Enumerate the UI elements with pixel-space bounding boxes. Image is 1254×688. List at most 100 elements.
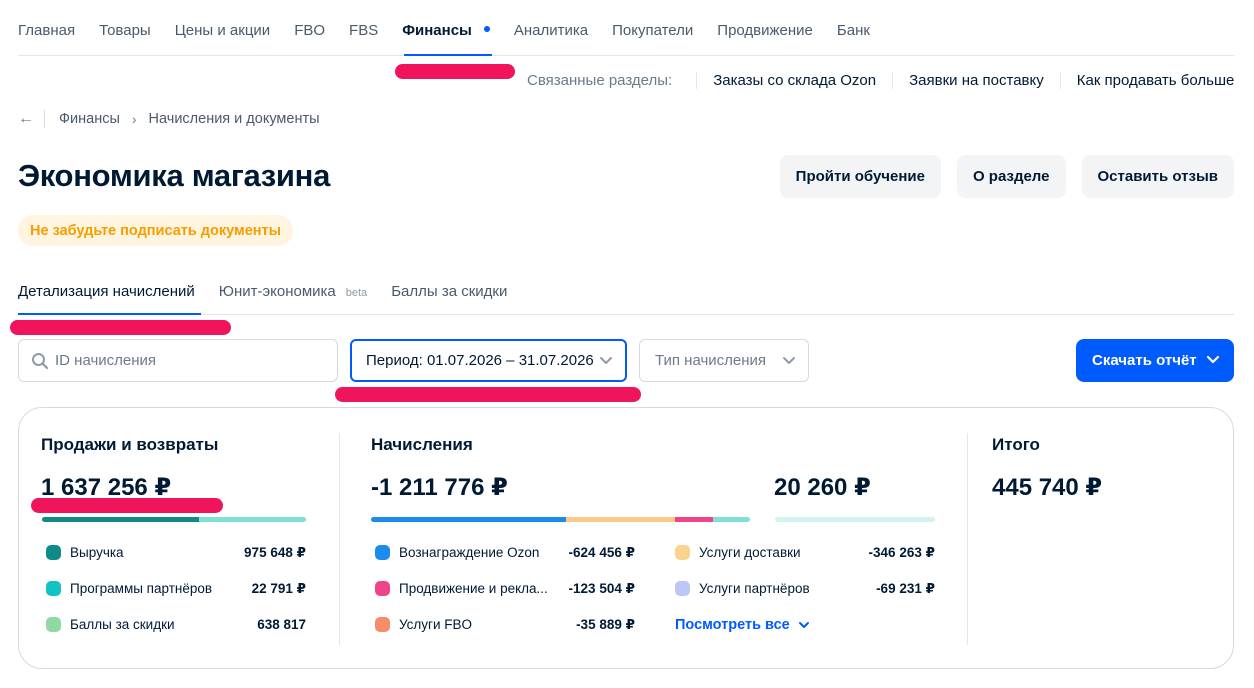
breadcrumb-item-finance[interactable]: Финансы	[59, 111, 120, 127]
highlight-mark	[10, 320, 231, 335]
legend-swatch	[46, 617, 61, 632]
legend-value: -69 231 ₽	[876, 580, 935, 596]
legend-value: -624 456 ₽	[568, 544, 635, 560]
legend-label: Выручка	[70, 545, 124, 560]
search-box	[18, 339, 338, 382]
search-icon	[32, 352, 49, 369]
summary-card: Продажи и возвраты 1 637 256 ₽ Выручка 9…	[18, 407, 1234, 669]
related-label: Связанные разделы:	[527, 72, 673, 89]
legend-label: Услуги FBO	[399, 617, 473, 632]
see-all-link[interactable]: Посмотреть все	[675, 617, 810, 633]
legend-swatch	[675, 581, 690, 596]
tab-accrual-details[interactable]: Детализация начислений	[18, 283, 195, 300]
legend-label: Услуги доставки	[699, 545, 801, 560]
legend-label: Программы партнёров	[70, 581, 213, 596]
sign-documents-notice[interactable]: Не забудьте подписать документы	[18, 215, 294, 246]
nav-item-fbo[interactable]: FBO	[294, 22, 325, 46]
legend-value: -346 263 ₽	[868, 544, 935, 560]
bar-segment	[674, 517, 714, 522]
accrual-id-search-input[interactable]	[55, 352, 315, 369]
training-button[interactable]: Пройти обучение	[779, 155, 941, 198]
nav-divider	[18, 55, 1234, 56]
page-title: Экономика магазина	[18, 158, 331, 193]
highlight-mark	[31, 498, 223, 513]
legend-row-partner-services: Услуги партнёров -69 231 ₽	[675, 581, 935, 596]
nav-item-fbs[interactable]: FBS	[349, 22, 378, 46]
download-report-label: Скачать отчёт	[1092, 352, 1197, 369]
breadcrumb-item-accruals[interactable]: Начисления и документы	[149, 111, 320, 127]
legend-swatch	[46, 545, 61, 560]
legend-row-partner-programs: Программы партнёров 22 791 ₽	[46, 581, 306, 596]
chevron-right-icon: ›	[131, 111, 137, 127]
related-link-ozon-orders[interactable]: Заказы со склада Ozon	[696, 72, 892, 89]
secondary-bar-fill	[775, 517, 935, 522]
card-divider	[967, 433, 968, 645]
accrual-type-select-label: Тип начисления	[655, 352, 767, 369]
chevron-down-icon	[798, 622, 809, 629]
card-divider	[339, 433, 340, 645]
total-value: 445 740 ₽	[992, 474, 1103, 501]
secondary-bar	[775, 517, 935, 522]
legend-swatch	[375, 545, 390, 560]
legend-row-discount-points: Баллы за скидки 638 817	[46, 617, 306, 632]
period-select[interactable]: Период: 01.07.2026 – 31.07.2026	[350, 339, 627, 382]
nav-item-analytics[interactable]: Аналитика	[514, 22, 588, 46]
nav-item-products[interactable]: Товары	[99, 22, 151, 46]
bar-segment	[42, 517, 200, 522]
highlight-mark	[395, 64, 515, 79]
tab-unit-economics-label: Юнит-экономика	[218, 283, 336, 300]
legend-value: 975 648 ₽	[244, 544, 306, 560]
download-report-button[interactable]: Скачать отчёт	[1076, 339, 1234, 382]
tab-active-indicator	[18, 313, 201, 315]
charges-bar	[371, 517, 750, 522]
legend-row-ozon-fee: Вознаграждение Ozon -624 456 ₽	[375, 545, 635, 560]
bar-segment	[566, 517, 675, 522]
charges-title: Начисления	[371, 435, 473, 454]
legend-value: -35 889 ₽	[576, 616, 635, 632]
chevron-down-icon	[783, 357, 795, 364]
nav-item-prices[interactable]: Цены и акции	[175, 22, 270, 46]
legend-label: Баллы за скидки	[70, 617, 175, 632]
related-link-supply-requests[interactable]: Заявки на поставку	[892, 72, 1060, 89]
bar-segment	[199, 517, 306, 522]
sales-bar	[42, 517, 306, 522]
nav-item-promotion[interactable]: Продвижение	[717, 22, 813, 46]
tab-unit-economics[interactable]: Юнит-экономика beta	[219, 283, 367, 300]
legend-swatch	[46, 581, 61, 596]
about-section-button[interactable]: О разделе	[956, 155, 1066, 198]
legend-label: Вознаграждение Ozon	[399, 545, 540, 560]
breadcrumb-divider	[44, 110, 45, 128]
legend-swatch	[675, 545, 690, 560]
nav-item-finance-label: Финансы	[402, 22, 472, 39]
back-arrow-icon[interactable]: ←	[18, 110, 36, 128]
tab-discount-points[interactable]: Баллы за скидки	[391, 283, 507, 300]
breadcrumb: ← Финансы › Начисления и документы	[18, 110, 320, 128]
see-all-label: Посмотреть все	[675, 617, 790, 633]
legend-row-promotion-ads: Продвижение и рекла... -123 504 ₽	[375, 581, 635, 596]
nav-item-bank[interactable]: Банк	[837, 22, 870, 46]
chevron-down-icon	[600, 357, 612, 364]
tabs: Детализация начислений Юнит-экономика bet…	[18, 283, 531, 300]
header-actions: Пройти обучение О разделе Оставить отзыв	[779, 155, 1234, 198]
legend-value: 638 817	[257, 617, 306, 632]
nav-active-indicator	[404, 54, 492, 56]
top-nav: Главная Товары Цены и акции FBO FBS Фина…	[18, 22, 894, 46]
legend-value: -123 504 ₽	[568, 580, 635, 596]
legend-row-revenue: Выручка 975 648 ₽	[46, 545, 306, 560]
charges-secondary-total: 20 260 ₽	[774, 474, 871, 501]
legend-label: Продвижение и рекла...	[399, 581, 548, 596]
period-select-label: Период: 01.07.2026 – 31.07.2026	[366, 352, 594, 369]
legend-swatch	[375, 617, 390, 632]
nav-item-finance[interactable]: Финансы	[402, 22, 490, 46]
related-link-sell-more[interactable]: Как продавать больше	[1059, 72, 1251, 89]
accrual-type-select[interactable]: Тип начисления	[639, 339, 809, 382]
legend-label: Услуги партнёров	[699, 581, 810, 596]
beta-badge: beta	[345, 287, 368, 299]
chevron-down-icon	[1206, 355, 1220, 364]
leave-feedback-button[interactable]: Оставить отзыв	[1081, 155, 1234, 198]
legend-row-fbo-services: Услуги FBO -35 889 ₽	[375, 617, 635, 632]
charges-total: -1 211 776 ₽	[371, 474, 508, 501]
nav-item-home[interactable]: Главная	[18, 22, 75, 46]
nav-item-customers[interactable]: Покупатели	[612, 22, 693, 46]
notification-dot-icon	[483, 26, 490, 33]
